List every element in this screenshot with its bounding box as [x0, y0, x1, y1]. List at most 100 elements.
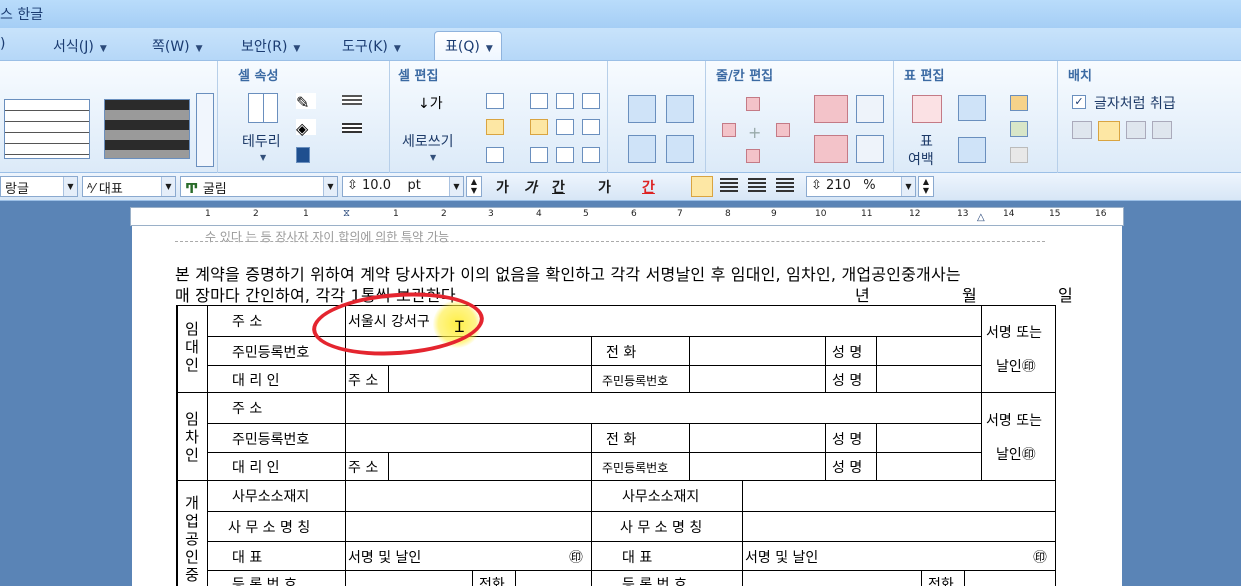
- lessee-agent-name-input[interactable]: [876, 452, 982, 481]
- lessee-address-input[interactable]: [345, 392, 982, 424]
- chevron-down-icon[interactable]: ▼: [260, 153, 266, 162]
- chevron-down-icon[interactable]: ▼: [430, 153, 436, 162]
- lessee-name-input[interactable]: [876, 423, 982, 453]
- broker2-sign-cell[interactable]: 서명 및 날인 ㊞: [742, 541, 1056, 571]
- lessor-agent-rrn-input[interactable]: [689, 365, 826, 393]
- vertical-write-icon[interactable]: ↓가: [418, 93, 448, 123]
- underline-button[interactable]: 간: [552, 177, 565, 197]
- align-tr-icon[interactable]: [582, 93, 600, 109]
- delete-row-icon[interactable]: [814, 95, 848, 123]
- col-icon[interactable]: [856, 135, 884, 163]
- align-justify-icon[interactable]: [691, 176, 713, 197]
- align-bottom-icon[interactable]: [486, 147, 504, 163]
- table-style-dark-icon[interactable]: [104, 99, 190, 159]
- font-color-button[interactable]: 간: [642, 177, 655, 197]
- equal-height-icon[interactable]: [628, 135, 656, 163]
- line-style-icon[interactable]: [342, 95, 362, 105]
- border-label[interactable]: 테두리: [242, 131, 281, 151]
- align-top-icon[interactable]: [486, 93, 504, 109]
- broker2-reg-input[interactable]: [742, 570, 922, 586]
- line-spacing-spinner[interactable]: ▲ ▼: [918, 176, 934, 197]
- table-formula-icon[interactable]: [1010, 121, 1028, 137]
- lessor-sign-cell[interactable]: [981, 305, 1056, 393]
- equal-width-icon[interactable]: [666, 135, 694, 163]
- align-mc-icon[interactable]: [556, 119, 574, 135]
- lessor-agent-addr-input[interactable]: [388, 365, 592, 393]
- font-size-spinner[interactable]: ▲ ▼: [466, 176, 482, 197]
- lessee-rrn-input[interactable]: [345, 423, 592, 453]
- align-bl-icon[interactable]: [530, 147, 548, 163]
- font-size-input[interactable]: ⇳ 10.0 pt ▼: [342, 176, 464, 197]
- cell-color-icon[interactable]: [296, 147, 310, 163]
- table-style-plain-icon[interactable]: [4, 99, 90, 159]
- lessor-phone-input[interactable]: [689, 336, 826, 366]
- align-br-icon[interactable]: [582, 147, 600, 163]
- insert-col-right-icon[interactable]: [776, 123, 790, 137]
- table-calc-icon[interactable]: [1010, 95, 1028, 111]
- broker1-office-addr-input[interactable]: [345, 480, 592, 512]
- lessor-agent-name-input[interactable]: [876, 365, 982, 393]
- font-name-select[interactable]: Ͳ 굴림 ▼: [180, 176, 338, 197]
- pen-icon[interactable]: ✎: [296, 93, 316, 112]
- horizontal-ruler[interactable]: 1 2 1 1 2 3 4 5 6 7 8 9 10 11 12 13 14 1…: [130, 207, 1124, 226]
- col-width-icon[interactable]: [958, 137, 986, 163]
- menu-prev-chevron[interactable]: ): [0, 36, 5, 52]
- menu-tools[interactable]: 도구(K) ▼: [342, 36, 401, 56]
- lessee-agent-rrn-input[interactable]: [689, 452, 826, 481]
- align-tc-icon[interactable]: [556, 93, 574, 109]
- row-icon[interactable]: [856, 95, 884, 123]
- menu-table[interactable]: 표(Q) ▼: [434, 31, 502, 61]
- indent-marker-icon[interactable]: ⧖: [343, 208, 350, 219]
- strike-button[interactable]: 가: [598, 177, 611, 197]
- delete-col-icon[interactable]: [814, 135, 848, 163]
- split-cells-icon[interactable]: [666, 95, 694, 123]
- font-type-select[interactable]: ᴬ⁄ 대표 ▼: [82, 176, 176, 197]
- align-tl-icon[interactable]: [530, 93, 548, 109]
- insert-col-left-icon[interactable]: [722, 123, 736, 137]
- wrap-square-icon[interactable]: [1098, 121, 1120, 141]
- lessee-sign-cell[interactable]: [981, 392, 1056, 481]
- border-icon[interactable]: [248, 93, 278, 123]
- insert-row-above-icon[interactable]: [746, 97, 760, 111]
- lessor-name-input[interactable]: [876, 336, 982, 366]
- menu-format[interactable]: 서식(J) ▼: [53, 36, 107, 56]
- italic-button[interactable]: 가: [524, 177, 537, 197]
- table-margin-label-bottom[interactable]: 여백: [908, 149, 934, 169]
- table-margin-icon[interactable]: [912, 95, 942, 123]
- align-left-icon[interactable]: [720, 178, 738, 194]
- align-center-icon[interactable]: [748, 178, 766, 194]
- broker2-office-name-input[interactable]: [742, 511, 1056, 542]
- style-select[interactable]: 랑글 ▼: [0, 176, 78, 197]
- align-right-icon[interactable]: [776, 178, 794, 194]
- align-bc-icon[interactable]: [556, 147, 574, 163]
- vertical-write-label[interactable]: 세로쓰기: [402, 131, 454, 151]
- lessee-agent-addr-input[interactable]: [388, 452, 592, 481]
- line-weight-icon[interactable]: [342, 123, 362, 133]
- wrap-none-icon[interactable]: [1072, 121, 1092, 139]
- menu-security[interactable]: 보안(R) ▼: [241, 36, 300, 56]
- line-spacing-input[interactable]: ⇳ 210 % ▼: [806, 176, 916, 197]
- broker1-phone-input[interactable]: [515, 570, 592, 586]
- merge-cells-icon[interactable]: [628, 95, 656, 123]
- bold-button[interactable]: 가: [496, 177, 509, 197]
- broker1-sign-cell[interactable]: 서명 및 날인 ㊞: [345, 541, 592, 571]
- broker1-office-name-input[interactable]: [345, 511, 592, 542]
- wrap-front-icon[interactable]: [1126, 121, 1146, 139]
- insert-row-below-icon[interactable]: [746, 149, 760, 163]
- wrap-behind-icon[interactable]: [1152, 121, 1172, 139]
- broker2-office-addr-input[interactable]: [742, 480, 1056, 512]
- row-height-icon[interactable]: [958, 95, 986, 121]
- align-mr-icon[interactable]: [582, 119, 600, 135]
- broker1-reg-input[interactable]: [345, 570, 473, 586]
- align-ml-icon[interactable]: [530, 119, 548, 135]
- fill-bucket-icon[interactable]: ◈: [296, 119, 316, 138]
- table-margin-label-top[interactable]: 표: [920, 131, 933, 151]
- align-middle-icon[interactable]: [486, 119, 504, 135]
- gallery-scroll[interactable]: [196, 93, 214, 167]
- table-check-icon[interactable]: [1010, 147, 1028, 163]
- lessee-phone-input[interactable]: [689, 423, 826, 453]
- treat-as-char-checkbox[interactable]: ✓: [1072, 95, 1086, 109]
- right-indent-marker-icon[interactable]: △: [977, 212, 985, 223]
- broker2-phone-input[interactable]: [964, 570, 1056, 586]
- treat-as-char-label[interactable]: 글자처럼 취급: [1094, 93, 1176, 113]
